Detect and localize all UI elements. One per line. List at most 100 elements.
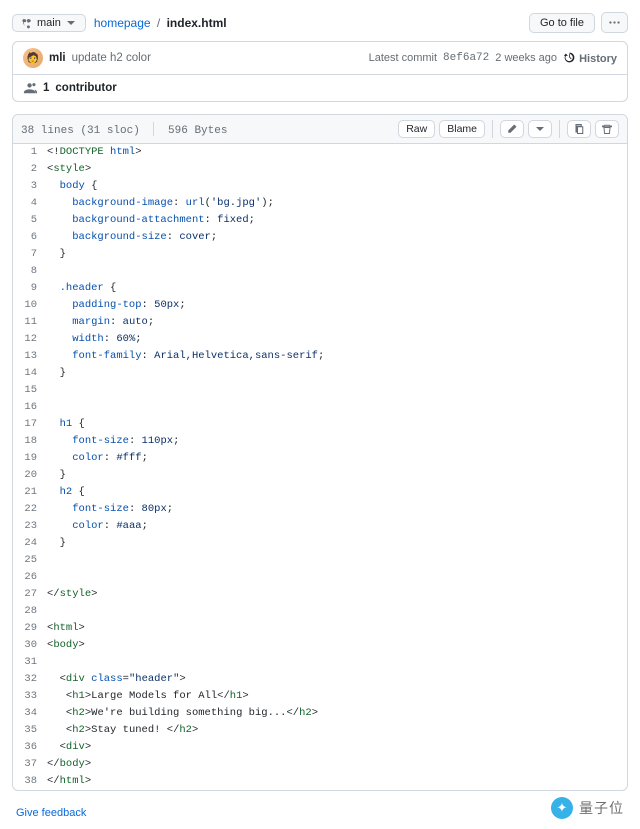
copy-button[interactable] [567,120,591,138]
code-line[interactable]: 27</style> [13,586,627,603]
code-line[interactable]: 3 body { [13,178,627,195]
breadcrumb-repo[interactable]: homepage [94,16,151,30]
line-number[interactable]: 16 [13,399,47,416]
history-button[interactable]: History [563,51,617,65]
code-line[interactable]: 11 margin: auto; [13,314,627,331]
code-line[interactable]: 26 [13,569,627,586]
line-number[interactable]: 10 [13,297,47,314]
line-number[interactable]: 23 [13,518,47,535]
line-content: font-family: Arial,Helvetica,sans-serif; [47,348,627,365]
line-number[interactable]: 29 [13,620,47,637]
code-line[interactable]: 36 <div> [13,739,627,756]
line-number[interactable]: 6 [13,229,47,246]
line-number[interactable]: 11 [13,314,47,331]
code-line[interactable]: 23 color: #aaa; [13,518,627,535]
line-number[interactable]: 19 [13,450,47,467]
file-size: 596 Bytes [168,125,227,137]
code-line[interactable]: 6 background-size: cover; [13,229,627,246]
code-line[interactable]: 15 [13,382,627,399]
code-line[interactable]: 34 <h2>We're building something big...</… [13,705,627,722]
edit-button[interactable] [500,120,524,138]
line-number[interactable]: 17 [13,416,47,433]
code-line[interactable]: 25 [13,552,627,569]
code-line[interactable]: 29<html> [13,620,627,637]
code-line[interactable]: 18 font-size: 110px; [13,433,627,450]
dropdown-button[interactable] [528,120,552,138]
code-line[interactable]: 5 background-attachment: fixed; [13,212,627,229]
line-number[interactable]: 34 [13,705,47,722]
code-line[interactable]: 4 background-image: url('bg.jpg'); [13,195,627,212]
code-line[interactable]: 37</body> [13,756,627,773]
commit-hash[interactable]: 8ef6a72 [443,52,489,64]
line-number[interactable]: 18 [13,433,47,450]
code-line[interactable]: 33 <h1>Large Models for All</h1> [13,688,627,705]
code-area[interactable]: 1<!DOCTYPE html>2<style>3 body {4 backgr… [13,144,627,790]
line-number[interactable]: 14 [13,365,47,382]
history-label: History [579,53,617,65]
code-line[interactable]: 24 } [13,535,627,552]
line-number[interactable]: 9 [13,280,47,297]
code-line[interactable]: 13 font-family: Arial,Helvetica,sans-ser… [13,348,627,365]
code-line[interactable]: 17 h1 { [13,416,627,433]
line-number[interactable]: 5 [13,212,47,229]
line-content: <html> [47,620,627,637]
raw-button[interactable]: Raw [398,120,435,138]
line-number[interactable]: 24 [13,535,47,552]
delete-button[interactable] [595,120,619,138]
line-number[interactable]: 31 [13,654,47,671]
line-number[interactable]: 32 [13,671,47,688]
code-line[interactable]: 2<style> [13,161,627,178]
line-number[interactable]: 7 [13,246,47,263]
line-number[interactable]: 21 [13,484,47,501]
line-number[interactable]: 1 [13,144,47,161]
branch-selector[interactable]: main [12,14,86,32]
line-number[interactable]: 36 [13,739,47,756]
code-line[interactable]: 9 .header { [13,280,627,297]
code-line[interactable]: 28 [13,603,627,620]
line-number[interactable]: 12 [13,331,47,348]
line-number[interactable]: 3 [13,178,47,195]
line-number[interactable]: 37 [13,756,47,773]
blame-button[interactable]: Blame [439,120,485,138]
line-number[interactable]: 35 [13,722,47,739]
line-number[interactable]: 25 [13,552,47,569]
line-number[interactable]: 28 [13,603,47,620]
line-number[interactable]: 22 [13,501,47,518]
code-line[interactable]: 35 <h2>Stay tuned! </h2> [13,722,627,739]
code-line[interactable]: 22 font-size: 80px; [13,501,627,518]
line-number[interactable]: 13 [13,348,47,365]
line-number[interactable]: 8 [13,263,47,280]
give-feedback-link[interactable]: Give feedback [16,807,86,819]
code-line[interactable]: 16 [13,399,627,416]
code-line[interactable]: 1<!DOCTYPE html> [13,144,627,161]
line-number[interactable]: 20 [13,467,47,484]
go-to-file-button[interactable]: Go to file [529,13,595,33]
avatar[interactable]: 🧑 [23,48,43,68]
code-line[interactable]: 30<body> [13,637,627,654]
contributors-box[interactable]: 1 contributor [12,75,628,102]
code-line[interactable]: 14 } [13,365,627,382]
code-line[interactable]: 32 <div class="header"> [13,671,627,688]
code-line[interactable]: 19 color: #fff; [13,450,627,467]
kebab-menu-button[interactable] [601,12,628,33]
line-number[interactable]: 26 [13,569,47,586]
code-line[interactable]: 8 [13,263,627,280]
code-line[interactable]: 12 width: 60%; [13,331,627,348]
line-number[interactable]: 15 [13,382,47,399]
code-line[interactable]: 20 } [13,467,627,484]
commit-message[interactable]: update h2 color [72,52,151,64]
code-line[interactable]: 31 [13,654,627,671]
line-number[interactable]: 27 [13,586,47,603]
code-line[interactable]: 7 } [13,246,627,263]
line-number[interactable]: 33 [13,688,47,705]
line-number[interactable]: 4 [13,195,47,212]
line-number[interactable]: 38 [13,773,47,790]
code-line[interactable]: 21 h2 { [13,484,627,501]
line-content: background-image: url('bg.jpg'); [47,195,627,212]
line-number[interactable]: 30 [13,637,47,654]
commit-author[interactable]: mli [49,52,66,64]
contributors-count: 1 [43,82,49,94]
line-number[interactable]: 2 [13,161,47,178]
code-line[interactable]: 10 padding-top: 50px; [13,297,627,314]
code-line[interactable]: 38</html> [13,773,627,790]
